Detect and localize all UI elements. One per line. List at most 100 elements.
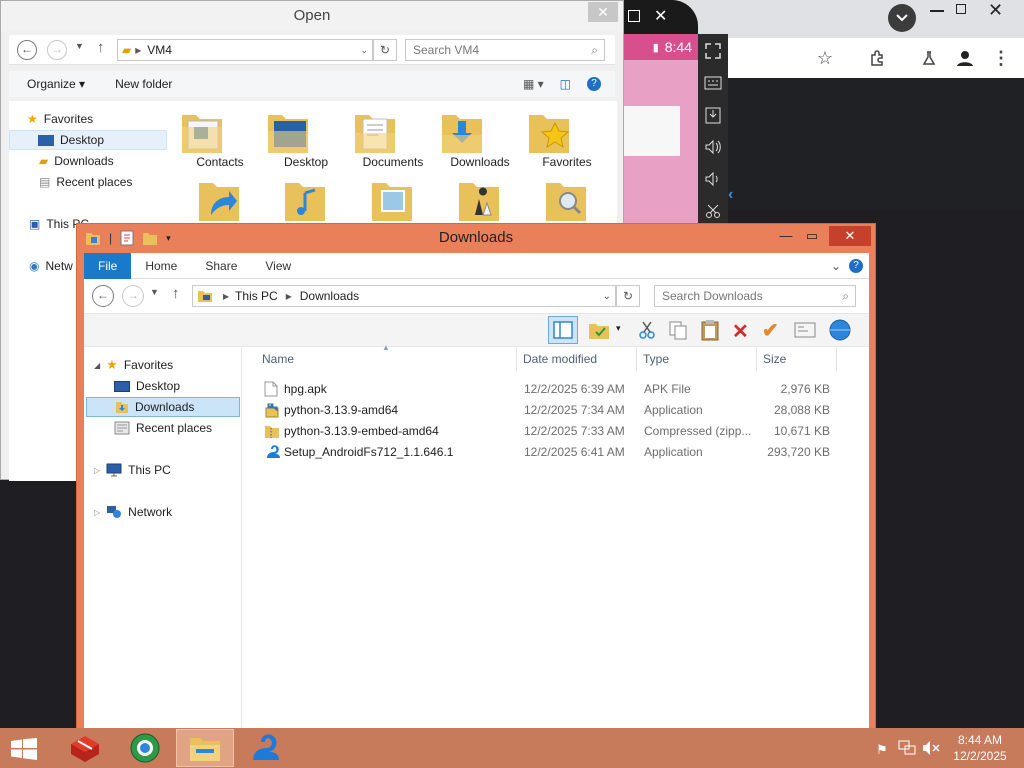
scissors-icon[interactable] <box>698 196 728 226</box>
properties-card-icon[interactable] <box>794 322 816 338</box>
volume-down-icon[interactable] <box>698 164 728 194</box>
minimize-button[interactable] <box>930 10 944 12</box>
tab-search-button[interactable] <box>888 4 916 32</box>
tree-downloads[interactable]: ▰ Downloads <box>39 151 114 171</box>
dropdown-arrow-icon[interactable]: ▾ <box>616 323 621 334</box>
recent-dropdown-icon[interactable]: ▼ <box>75 41 84 51</box>
address-bar[interactable]: ▸ This PC ▸ Downloads ⌄ <box>192 285 616 307</box>
tree-network[interactable]: ▷ Network <box>94 502 172 522</box>
refresh-button[interactable]: ↻ <box>373 39 397 61</box>
start-button[interactable] <box>10 738 38 760</box>
extensions-icon[interactable] <box>862 43 892 73</box>
install-apk-icon[interactable] <box>698 100 728 130</box>
column-date-modified[interactable]: Date modified <box>523 352 597 366</box>
address-dropdown-icon[interactable]: ⌄ <box>360 45 368 56</box>
up-button[interactable]: ↑ <box>172 285 180 302</box>
forward-button[interactable]: → <box>122 285 144 307</box>
tab-share[interactable]: Share <box>191 253 251 279</box>
folder-contacts[interactable]: Contacts <box>180 107 260 169</box>
bookmark-star-icon[interactable]: ☆ <box>810 43 840 73</box>
pictures-folder-icon <box>372 183 412 221</box>
up-button[interactable]: ↑ <box>97 39 105 56</box>
restore-button[interactable] <box>956 4 966 14</box>
tree-downloads[interactable]: Downloads <box>86 397 240 417</box>
open-address-bar[interactable]: ▰ ▸ VM4 ⌄ <box>117 39 373 61</box>
tree-recent-places[interactable]: Recent places <box>114 418 212 438</box>
organize-button[interactable]: Organize ▾ <box>27 77 85 91</box>
expand-ribbon-icon[interactable]: ⌄ <box>831 259 841 273</box>
expand-arrow-icon[interactable]: ▷ <box>94 466 100 475</box>
tree-network[interactable]: ◉ Netw <box>29 256 73 276</box>
view-options-icon[interactable]: ▦ ▾ <box>523 77 544 91</box>
breadcrumb-downloads[interactable]: Downloads <box>300 289 359 303</box>
address-dropdown-icon[interactable]: ⌄ <box>603 291 611 302</box>
action-center-icon[interactable]: ⚑ <box>876 742 888 758</box>
view-globe-icon[interactable] <box>828 318 852 342</box>
tree-this-pc[interactable]: ▷ This PC <box>94 460 171 480</box>
checkbox-folder-icon[interactable] <box>588 320 610 340</box>
column-type[interactable]: Type <box>643 352 669 366</box>
tab-home[interactable]: Home <box>131 253 191 279</box>
tree-desktop[interactable]: Desktop <box>114 376 180 396</box>
collapse-arrow-icon[interactable]: ‹ <box>728 186 733 204</box>
volume-up-icon[interactable] <box>698 132 728 162</box>
delete-icon[interactable]: ✕ <box>732 319 749 344</box>
folder-desktop[interactable]: Desktop <box>266 107 346 169</box>
emulator-maximize-icon[interactable] <box>628 10 640 22</box>
tab-view[interactable]: View <box>251 253 305 279</box>
taskbar-app-globe[interactable] <box>116 729 174 767</box>
recent-locations-icon[interactable]: ▼ <box>150 287 159 297</box>
downloads-folder-icon <box>116 402 128 413</box>
folder-favorites[interactable]: Favorites <box>527 107 607 169</box>
tab-file[interactable]: File <box>84 252 132 279</box>
maximize-button[interactable]: ▭ <box>797 226 827 246</box>
column-name[interactable]: Name <box>262 352 294 366</box>
labs-flask-icon[interactable] <box>914 43 944 73</box>
search-input[interactable]: Search Downloads ⌕ <box>654 285 856 307</box>
fullscreen-icon[interactable] <box>698 36 728 66</box>
file-row-setup-androidfs[interactable]: Setup_AndroidFs712_1.1.646.1 12/2/2025 6… <box>254 442 854 463</box>
tree-favorites[interactable]: ★ Favorites <box>27 109 93 129</box>
expand-arrow-icon[interactable]: ▷ <box>94 508 100 517</box>
file-row-python-amd64[interactable]: python-3.13.9-amd64 12/2/2025 7:34 AM Ap… <box>254 400 854 421</box>
help-icon[interactable]: ? <box>587 77 601 91</box>
breadcrumb-this-pc[interactable]: This PC <box>235 289 278 303</box>
tree-desktop[interactable]: Desktop <box>9 130 167 150</box>
file-row-python-embed[interactable]: python-3.13.9-embed-amd64 12/2/2025 7:33… <box>254 421 854 442</box>
close-button[interactable]: ✕ <box>829 226 871 246</box>
tree-recent-places[interactable]: ▤ Recent places <box>39 172 132 192</box>
back-button[interactable]: ← <box>17 40 37 60</box>
network-tray-icon[interactable] <box>898 740 916 756</box>
help-icon[interactable]: ? <box>849 258 863 273</box>
close-button[interactable]: ✕ <box>988 0 1003 21</box>
menu-kebab-icon[interactable]: ⋮ <box>986 43 1016 73</box>
profile-icon[interactable] <box>950 43 980 73</box>
folder-downloads[interactable]: Downloads <box>440 107 520 169</box>
rename-check-icon[interactable]: ✔ <box>762 318 779 343</box>
copy-icon[interactable] <box>668 320 688 340</box>
forward-button[interactable]: → <box>47 40 67 60</box>
new-folder-button[interactable]: New folder <box>115 77 172 91</box>
address-segment[interactable]: VM4 <box>147 43 172 57</box>
volume-muted-icon[interactable] <box>922 740 940 756</box>
taskbar-clock[interactable]: 8:44 AM 12/2/2025 <box>944 732 1016 764</box>
open-dialog-close-button[interactable]: ✕ <box>588 2 618 22</box>
taskbar-app-swan[interactable] <box>236 729 294 767</box>
folder-documents[interactable]: Documents <box>353 107 433 169</box>
keyboard-icon[interactable] <box>698 68 728 98</box>
preview-pane-icon[interactable]: ◫ <box>560 77 571 91</box>
cut-icon[interactable] <box>638 320 656 340</box>
paste-icon[interactable] <box>700 319 720 341</box>
tree-favorites[interactable]: ◢ ★ Favorites <box>94 355 173 375</box>
emulator-close-icon[interactable]: ✕ <box>654 6 667 26</box>
refresh-button[interactable]: ↻ <box>616 285 640 307</box>
desktop-icon <box>38 134 54 146</box>
column-size[interactable]: Size <box>763 352 786 366</box>
open-search-input[interactable]: Search VM4 ⌕ <box>405 39 605 61</box>
file-row-hpg-apk[interactable]: hpg.apk 12/2/2025 6:39 AM APK File 2,976… <box>254 379 854 400</box>
taskbar-app-file-explorer[interactable] <box>176 729 234 767</box>
preview-pane-button[interactable] <box>548 316 578 344</box>
expand-arrow-icon[interactable]: ◢ <box>94 361 100 370</box>
taskbar-app-box[interactable] <box>56 729 114 767</box>
back-button[interactable]: ← <box>92 285 114 307</box>
